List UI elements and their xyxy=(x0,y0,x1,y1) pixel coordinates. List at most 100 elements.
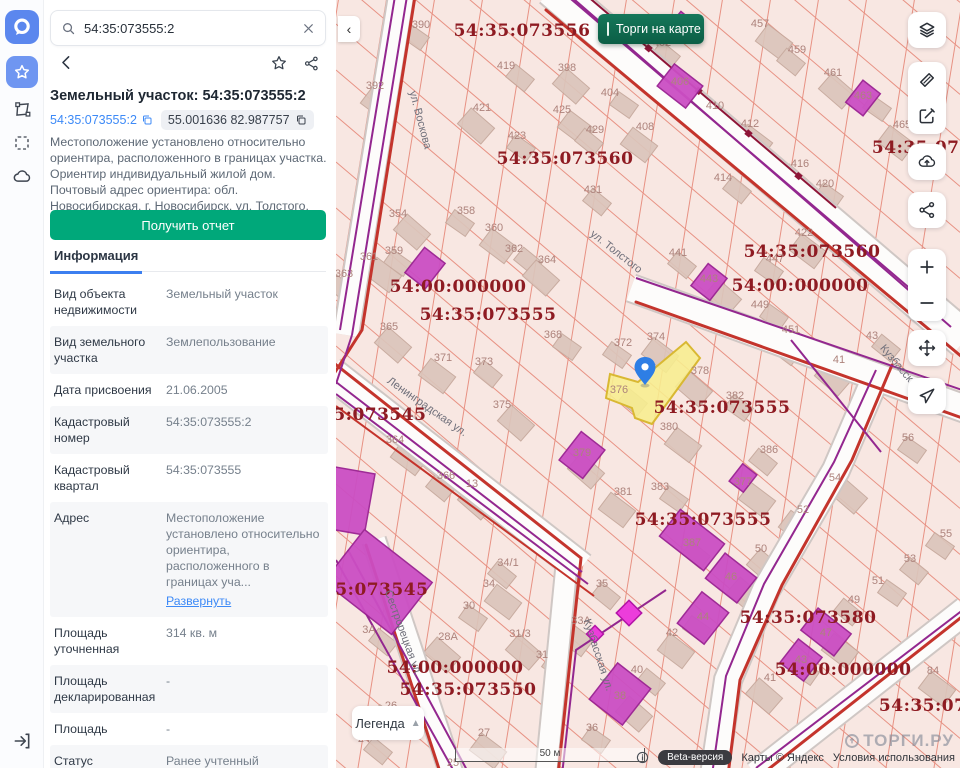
parcel-number: 375 xyxy=(493,399,511,411)
parcel-number: 35 xyxy=(596,578,608,590)
parcel-number: 84 xyxy=(927,665,939,677)
quarter-label: 54:35:073556 xyxy=(454,21,591,41)
sidebar-item-area-select[interactable] xyxy=(5,126,39,160)
share-button[interactable] xyxy=(301,53,322,77)
copy-icon[interactable] xyxy=(295,114,307,126)
toggle-checkbox[interactable] xyxy=(607,22,609,36)
quarter-label: 54:00:000000 xyxy=(390,277,527,297)
quarter-label: 54:35:073555 xyxy=(654,398,791,418)
pan-arrows-button[interactable] xyxy=(908,330,946,366)
parcel-number: 368 xyxy=(544,329,562,341)
terms-link[interactable]: Условия использования xyxy=(833,752,955,764)
parcel-number: 383 xyxy=(651,481,669,493)
app-logo-icon xyxy=(12,17,32,37)
table-row: Вид объекта недвижимостиЗемельный участо… xyxy=(50,278,328,326)
parcel-number: 431 xyxy=(584,184,602,196)
polygon-select-icon xyxy=(13,100,32,119)
parcel-number: 441 xyxy=(669,247,687,259)
quarter-label: 54:35:073560 xyxy=(744,242,881,262)
parcel-number: 31 xyxy=(536,649,548,661)
parcel-number: 371 xyxy=(434,352,452,364)
copy-icon[interactable] xyxy=(141,114,153,126)
app-logo[interactable] xyxy=(5,10,39,44)
torgi-logo-icon xyxy=(844,733,860,749)
table-row: АдресМестоположение установлено относите… xyxy=(50,502,328,617)
measure-pencil-icon xyxy=(917,70,937,90)
row-value: Землепользование xyxy=(166,334,324,366)
maps-copyright-link[interactable]: Карты © Яндекс xyxy=(741,752,824,764)
zoom-out-icon xyxy=(917,293,937,313)
tab-information[interactable]: Информация xyxy=(50,246,142,274)
legend-button[interactable]: Легенда ▲ xyxy=(352,706,424,740)
parcel-number: 429 xyxy=(586,124,604,136)
parcel-number: 354 xyxy=(389,208,407,220)
parcel-number: 42 xyxy=(666,627,678,639)
quarter-label: 54:35:0735 xyxy=(879,696,960,716)
zoom-in-button[interactable] xyxy=(908,249,946,285)
parcel-number: 41 xyxy=(833,354,845,366)
get-report-button[interactable]: Получить отчет xyxy=(50,210,326,240)
locate-arrow-icon xyxy=(917,386,937,406)
sign-out-button[interactable] xyxy=(5,724,39,758)
parcel-number: 410 xyxy=(706,100,724,112)
scale-bar: 50 м xyxy=(455,748,645,762)
parcel-number: 55 xyxy=(940,528,952,540)
parcel-number: 361 xyxy=(360,251,378,263)
measure-pencil-button[interactable] xyxy=(908,62,946,98)
zoom-out-button[interactable] xyxy=(908,285,946,321)
sidebar-item-favorites[interactable] xyxy=(6,56,38,88)
parcel-number: 50 xyxy=(755,543,767,555)
toggle-label: Торги на карте xyxy=(616,22,701,36)
row-label: Вид земельного участка xyxy=(54,334,156,366)
back-button[interactable] xyxy=(56,52,77,76)
row-label: Площадь xyxy=(54,721,156,737)
cloud-icon xyxy=(12,167,32,187)
table-row: Площадь декларированная- xyxy=(50,665,328,713)
parcel-number: 449 xyxy=(751,299,769,311)
parcel-number: 41 xyxy=(764,672,776,684)
info-icon[interactable] xyxy=(636,751,649,764)
sidebar-item-polygon-select[interactable] xyxy=(5,92,39,126)
table-row: Дата присвоения21.06.2005 xyxy=(50,374,328,406)
coordinates-chip[interactable]: 55.001636 82.987757 xyxy=(161,110,314,130)
map-canvas[interactable]: ‹ Торги на карте 54:35:073556 54:35:07356… xyxy=(336,0,960,768)
row-label: Статус xyxy=(54,753,156,768)
row-value: 314 кв. м xyxy=(166,625,324,657)
locate-arrow-button[interactable] xyxy=(908,378,946,414)
search-input[interactable] xyxy=(84,21,294,36)
row-label: Адрес xyxy=(54,510,156,609)
table-row: Кадастровый номер54:35:073555:2 xyxy=(50,406,328,454)
table-row: Площадь- xyxy=(50,713,328,745)
trades-on-map-toggle[interactable]: Торги на карте xyxy=(598,14,704,44)
parcel-number: 390 xyxy=(412,19,430,31)
layers-button[interactable] xyxy=(908,12,946,48)
expand-address-link[interactable]: Развернуть xyxy=(166,593,231,609)
toolbar-group xyxy=(908,378,946,414)
share-nodes-button[interactable] xyxy=(908,192,946,228)
chevron-up-icon: ▲ xyxy=(411,718,421,729)
parcel-number: 27 xyxy=(478,727,490,739)
row-value-text: 314 кв. м xyxy=(166,626,217,640)
edit-square-button[interactable] xyxy=(908,98,946,134)
cadastral-number-link[interactable]: 54:35:073555:2 xyxy=(50,113,153,127)
row-label: Кадастровый квартал xyxy=(54,462,156,494)
clear-search-icon[interactable] xyxy=(302,22,315,35)
parcel-number: 378 xyxy=(691,365,709,377)
row-value-text: 54:35:073555:2 xyxy=(166,415,251,429)
cloud-upload-button[interactable] xyxy=(908,144,946,180)
row-value-text: 21.06.2005 xyxy=(166,383,228,397)
parcel-number: 30 xyxy=(463,600,475,612)
parcel-number: 47 xyxy=(820,627,832,639)
parcel-number: 420 xyxy=(816,178,834,190)
toolbar-group xyxy=(908,330,946,366)
parcel-number: 416 xyxy=(791,158,809,170)
parcel-number: 372 xyxy=(614,337,632,349)
share-nodes-icon xyxy=(917,200,937,220)
table-row: Кадастровый квартал54:35:073555 xyxy=(50,454,328,502)
parcel-number: 379 xyxy=(573,447,591,459)
parcel-number: 443 xyxy=(700,273,718,285)
parcel-number: 463 xyxy=(854,90,872,102)
sidebar-item-cloud[interactable] xyxy=(5,160,39,194)
collapse-panel-button[interactable]: ‹ xyxy=(338,16,360,42)
favorite-button[interactable] xyxy=(268,52,290,77)
